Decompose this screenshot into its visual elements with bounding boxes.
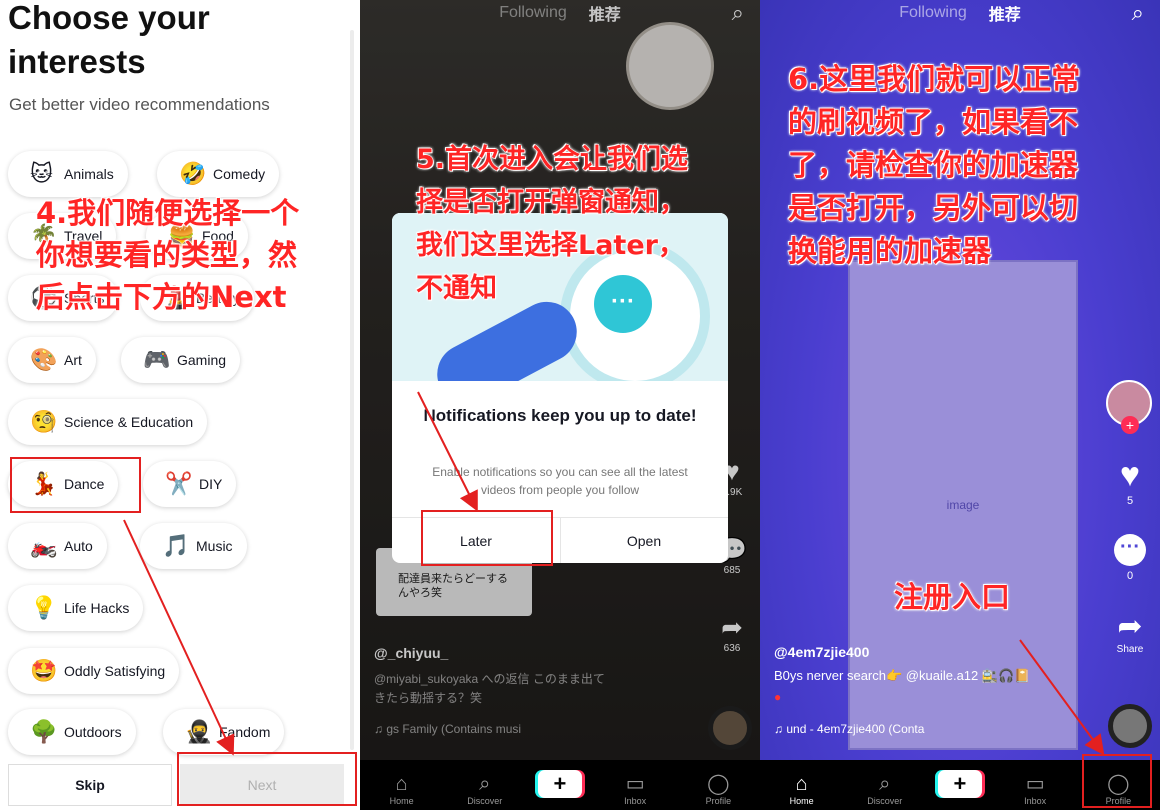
nav-discover-label: Discover [867, 796, 903, 806]
interest-label: Art [64, 352, 82, 368]
tree-icon: 🌳 [30, 719, 58, 744]
search-icon[interactable]: ⌕ [1132, 0, 1144, 26]
bottom-navigation: ⌂ Home ⌕ Discover + ▭ Inbox ◯ Profile [360, 760, 760, 810]
palette-icon: 🎨 [30, 347, 58, 372]
nav-inbox[interactable]: ▭ Inbox [1005, 772, 1065, 806]
music-track-label: und - 4em7zjie400 (Conta [786, 722, 925, 736]
nav-discover[interactable]: ⌕ Discover [455, 772, 515, 806]
video-feed-panel: image Following 推荐 ⌕ + ♥ 5 ··· 0 ➦ Share @4… [760, 0, 1160, 810]
motorcycle-icon: 🏍️ [30, 533, 58, 558]
nav-discover[interactable]: ⌕ Discover [855, 772, 915, 806]
nav-home[interactable]: ⌂ Home [772, 772, 832, 806]
annotation-register-entry: 注册入口 [893, 580, 1011, 615]
nav-home-label: Home [789, 796, 814, 806]
open-button[interactable]: Open [560, 518, 728, 563]
hashtag-badge-icon: ● [774, 690, 782, 704]
tab-for-you[interactable]: 推荐 [989, 1, 1021, 25]
interest-label: Fandom [219, 724, 271, 740]
music-track[interactable]: ♫ und - 4em7zjie400 (Conta [774, 722, 924, 736]
tab-following[interactable]: Following [899, 4, 967, 22]
interest-label: Animals [64, 166, 114, 182]
page-title-line2: interests [8, 43, 146, 80]
dialog-title: Notifications keep you up to date! [423, 406, 697, 425]
like-count: 5 [1126, 495, 1134, 507]
follow-plus-icon[interactable]: + [1121, 416, 1139, 434]
page-subtitle: Get better video recommendations [9, 95, 270, 114]
dialog-body: Enable notifications so you can see all … [432, 465, 688, 497]
comment-bubble-icon: ··· [1114, 534, 1146, 566]
light-bulb-icon: 💡 [30, 595, 58, 620]
interest-chip-diy[interactable]: ✂️ DIY [143, 461, 237, 507]
monocle-face-icon: 🧐 [30, 409, 58, 434]
video-author[interactable]: @4em7zjie400 [774, 644, 869, 660]
nav-home-label: Home [389, 796, 414, 806]
annotation-step5: 5.首次进入会让我们选 择是否打开弹窗通知， 我们这里选择Later， 不通知 [415, 144, 689, 305]
video-caption: B0ys nerver search👉 @kuaile.a12 🚉🎧📔 [774, 668, 1031, 683]
interest-label: Auto [64, 538, 93, 554]
interest-chip-music[interactable]: 🎵 Music [140, 523, 247, 569]
cat-face-icon: 🐱 [30, 161, 53, 186]
interest-chip-oddly-satisfying[interactable]: 🤩 Oddly Satisfying [8, 648, 180, 694]
scrollbar[interactable] [350, 30, 354, 750]
comment-button[interactable]: ··· 0 [1110, 534, 1150, 582]
interest-chip-gaming[interactable]: 🎮 Gaming [121, 337, 241, 383]
nav-profile[interactable]: ◯ Profile [688, 772, 748, 806]
nav-inbox-label: Inbox [624, 796, 647, 806]
feed-tabs: Following 推荐 [760, 0, 1160, 26]
share-label: Share [1116, 644, 1144, 655]
nav-home[interactable]: ⌂ Home [372, 772, 432, 806]
create-video-button[interactable]: + [937, 770, 982, 798]
home-icon: ⌂ [395, 773, 408, 795]
annotation-step6: 6.这里我们就可以正常 的刷视频了，如果看不 了，请检查你的加速器 是否打开，另… [787, 62, 1081, 269]
interest-label: Comedy [213, 166, 266, 182]
comment-count: 0 [1126, 570, 1134, 582]
share-button[interactable]: ➦ Share [1110, 610, 1150, 655]
create-video-button[interactable]: + [537, 770, 582, 798]
interest-label: Music [196, 538, 233, 554]
interest-chip-outdoors[interactable]: 🌳 Outdoors [8, 709, 136, 755]
share-arrow-icon: ➦ [1117, 610, 1143, 643]
highlight-box-next [177, 752, 357, 806]
interest-label: Outdoors [64, 724, 122, 740]
like-button[interactable]: ♥ 5 [1110, 455, 1150, 507]
music-note-icon: ♫ [774, 722, 787, 736]
nav-inbox-label: Inbox [1024, 796, 1047, 806]
interest-chip-comedy[interactable]: 🤣 Comedy [157, 151, 280, 197]
interest-chip-animals[interactable]: 🐱 Animals [8, 151, 128, 197]
music-note-icon: 🎵 [162, 533, 190, 558]
home-icon: ⌂ [795, 773, 808, 795]
inbox-icon: ▭ [625, 773, 645, 795]
skip-button[interactable]: Skip [8, 764, 172, 806]
interest-chip-life-hacks[interactable]: 💡 Life Hacks [8, 585, 144, 631]
interest-chip-auto[interactable]: 🏍️ Auto [8, 523, 107, 569]
interest-chip-fandom[interactable]: 🥷 Fandom [163, 709, 285, 755]
search-icon: ⌕ [879, 773, 891, 795]
nav-discover-label: Discover [467, 796, 503, 806]
game-controller-icon: 🎮 [143, 347, 171, 372]
interest-label: Science & Education [64, 414, 194, 430]
nav-inbox[interactable]: ▭ Inbox [605, 772, 665, 806]
page-title-line1: Choose your [8, 0, 210, 36]
interest-label: Gaming [177, 352, 227, 368]
nav-profile-label: Profile [705, 796, 732, 806]
music-disc-icon[interactable] [1108, 704, 1152, 748]
inbox-icon: ▭ [1025, 773, 1045, 795]
ninja-icon: 🥷 [185, 719, 213, 744]
interest-label: Oddly Satisfying [64, 663, 166, 679]
highlight-box-profile [1082, 754, 1152, 808]
heart-icon: ♥ [1119, 456, 1141, 494]
search-icon: ⌕ [479, 773, 491, 795]
highlight-box-later [421, 510, 553, 566]
choose-interests-panel: Choose your interests Get better video r… [0, 0, 360, 810]
scissors-icon: ✂️ [165, 471, 193, 496]
annotation-step4: 4.我们随便选择一个 你想要看的类型，然 后点击下方的Next [35, 196, 300, 315]
person-icon: ◯ [707, 773, 730, 795]
interest-label: Life Hacks [64, 600, 130, 616]
laughing-face-icon: 🤣 [179, 161, 207, 186]
interest-chip-art[interactable]: 🎨 Art [8, 337, 96, 383]
interest-label: DIY [199, 476, 223, 492]
interest-chip-science-education[interactable]: 🧐 Science & Education [8, 399, 208, 445]
highlight-box-dance [10, 457, 141, 513]
star-struck-face-icon: 🤩 [30, 658, 58, 683]
